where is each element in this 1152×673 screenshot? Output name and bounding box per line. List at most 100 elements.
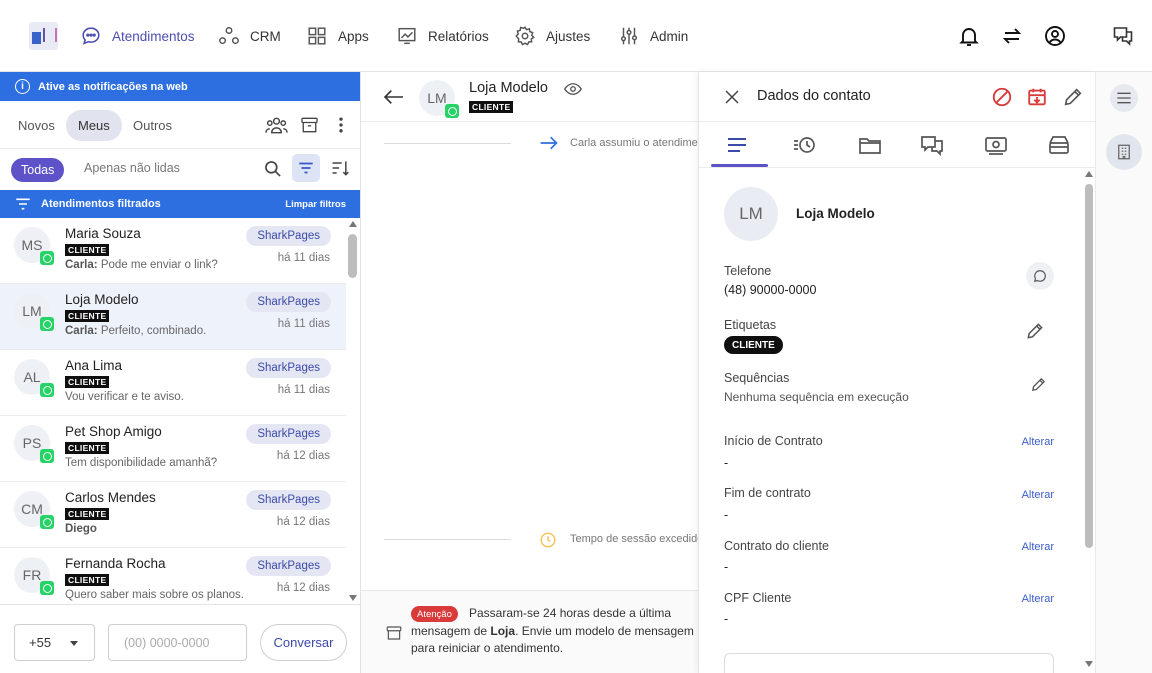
conversations-icon[interactable]: [920, 134, 944, 156]
chat-bubble-icon: [82, 27, 100, 45]
archive-icon[interactable]: [299, 115, 320, 135]
filter-button[interactable]: [292, 154, 320, 182]
scroll-down-arrow[interactable]: [349, 595, 357, 601]
system-message: Carla assumiu o atendimento: [570, 137, 714, 149]
contact-avatar: LM: [724, 187, 778, 241]
nav-apps[interactable]: Apps: [306, 24, 369, 48]
edit-pencil-icon[interactable]: [1062, 86, 1084, 108]
client-badge: CLIENTE: [65, 376, 110, 388]
nav-label: Admin: [650, 28, 689, 44]
channel-tag: SharkPages: [246, 424, 331, 444]
scroll-thumb[interactable]: [1085, 184, 1093, 548]
whatsapp-contact-button[interactable]: [1026, 262, 1054, 290]
last-message: Carla: Perfeito, combinado.: [65, 325, 206, 337]
client-badge: CLIENTE: [469, 101, 514, 113]
list-item[interactable]: LM Loja Modelo CLIENTE Carla: Perfeito, …: [0, 284, 346, 350]
field-label: Contrato do cliente: [724, 539, 829, 553]
nav-relatorios[interactable]: Relatórios: [396, 24, 489, 48]
tab-meus[interactable]: Meus: [66, 110, 122, 141]
scroll-thumb[interactable]: [348, 234, 357, 278]
list-item[interactable]: PS Pet Shop Amigo CLIENTE Tem disponibil…: [0, 416, 346, 482]
box-icon[interactable]: [1047, 134, 1071, 156]
list-item[interactable]: FR Fernanda Rocha CLIENTE Quero saber ma…: [0, 548, 346, 604]
nav-crm[interactable]: CRM: [218, 24, 281, 48]
nav-admin[interactable]: Admin: [618, 24, 688, 48]
country-code-select[interactable]: +55: [14, 624, 95, 661]
user-circle-icon[interactable]: [1043, 24, 1067, 48]
client-badge: CLIENTE: [724, 336, 783, 354]
sort-icon[interactable]: [329, 158, 351, 178]
timestamp: há 12 dias: [276, 516, 330, 528]
tab-outros[interactable]: Outros: [121, 110, 184, 141]
scroll-up-arrow[interactable]: [349, 221, 357, 227]
last-message: Diego: [65, 523, 97, 535]
more-vertical-icon[interactable]: [334, 115, 348, 135]
sequences-label: Sequências: [724, 371, 790, 385]
chat-contact-name[interactable]: Loja Modelo: [469, 80, 548, 96]
nav-atendimentos[interactable]: Atendimentos: [80, 24, 195, 48]
scroll-up-arrow[interactable]: [1085, 171, 1093, 177]
alterar-link[interactable]: Alterar: [1022, 593, 1054, 605]
field-value: -: [724, 508, 729, 522]
active-tab-indicator: [711, 164, 768, 167]
chart-icon: [398, 27, 416, 45]
filter-todas[interactable]: Todas: [11, 158, 65, 182]
nav-label: Atendimentos: [112, 28, 195, 44]
field-label: CPF Cliente: [724, 591, 792, 605]
bell-icon[interactable]: [957, 24, 981, 48]
list-item[interactable]: MS Maria Souza CLIENTE Carla: Pode me en…: [0, 218, 346, 284]
money-icon[interactable]: [984, 134, 1008, 156]
contact-name: Loja Modelo: [796, 206, 875, 221]
edit-pencil-icon[interactable]: [1025, 321, 1045, 341]
alterar-link[interactable]: Alterar: [1022, 489, 1054, 501]
brand-logo[interactable]: [29, 22, 58, 50]
calendar-add-icon[interactable]: [1026, 86, 1048, 108]
last-message: Vou verificar e te aviso.: [65, 391, 184, 403]
nav-label: CRM: [250, 28, 281, 44]
client-badge: CLIENTE: [65, 244, 110, 256]
menu-button[interactable]: [1110, 84, 1138, 112]
web-notification-banner[interactable]: i Ative as notificações na web: [0, 72, 360, 101]
message-text: Tem disponibilidade amanhã?: [65, 457, 218, 469]
conversar-button[interactable]: Conversar: [260, 624, 347, 661]
company-button[interactable]: [1106, 134, 1142, 170]
eye-icon[interactable]: [564, 82, 582, 96]
whatsapp-icon: [40, 383, 54, 397]
list-scrollbar[interactable]: [346, 218, 360, 604]
field-label: Fim de contrato: [724, 486, 811, 500]
tab-novos[interactable]: Novos: [6, 110, 67, 141]
search-icon[interactable]: [263, 159, 283, 179]
contact-name: Pet Shop Amigo: [65, 424, 162, 439]
alterar-link[interactable]: Alterar: [1022, 436, 1054, 448]
filter-unread[interactable]: Apenas não lidas: [84, 161, 180, 175]
block-icon[interactable]: [991, 86, 1013, 108]
client-badge: CLIENTE: [65, 442, 110, 454]
back-arrow-icon[interactable]: [383, 88, 405, 106]
contact-name: Loja Modelo: [65, 292, 139, 307]
top-nav: Atendimentos CRM Apps Relatórios Ajustes…: [0, 0, 1152, 72]
folder-icon[interactable]: [858, 134, 882, 156]
close-icon[interactable]: [723, 88, 741, 106]
channel-tag: SharkPages: [246, 358, 331, 378]
edit-pencil-icon[interactable]: [1030, 376, 1047, 393]
scroll-down-arrow[interactable]: [1085, 661, 1093, 667]
field-value: -: [724, 560, 729, 574]
whatsapp-icon: [445, 104, 459, 118]
chat-panel-icon[interactable]: [1111, 24, 1135, 48]
swap-arrows-icon[interactable]: [1000, 24, 1024, 48]
phone-input[interactable]: [108, 624, 247, 661]
phone-label: Telefone: [724, 264, 772, 278]
sequences-value: Nenhuma sequência em execução: [724, 390, 909, 404]
alterar-link[interactable]: Alterar: [1022, 541, 1054, 553]
history-icon[interactable]: [793, 134, 817, 156]
whatsapp-icon: [40, 251, 54, 265]
list-item[interactable]: AL Ana Lima CLIENTE Vou verificar e te a…: [0, 350, 346, 416]
team-icon[interactable]: [265, 115, 288, 135]
clear-filters-link[interactable]: Limpar filtros: [285, 199, 346, 210]
list-item[interactable]: CM Carlos Mendes CLIENTE Diego SharkPage…: [0, 482, 346, 548]
nav-ajustes[interactable]: Ajustes: [514, 24, 590, 48]
arrow-right-icon: [540, 136, 558, 150]
message-text: Quero saber mais sobre os planos.: [65, 589, 244, 601]
building-icon: [1118, 144, 1130, 160]
details-lines-icon[interactable]: [725, 134, 749, 156]
